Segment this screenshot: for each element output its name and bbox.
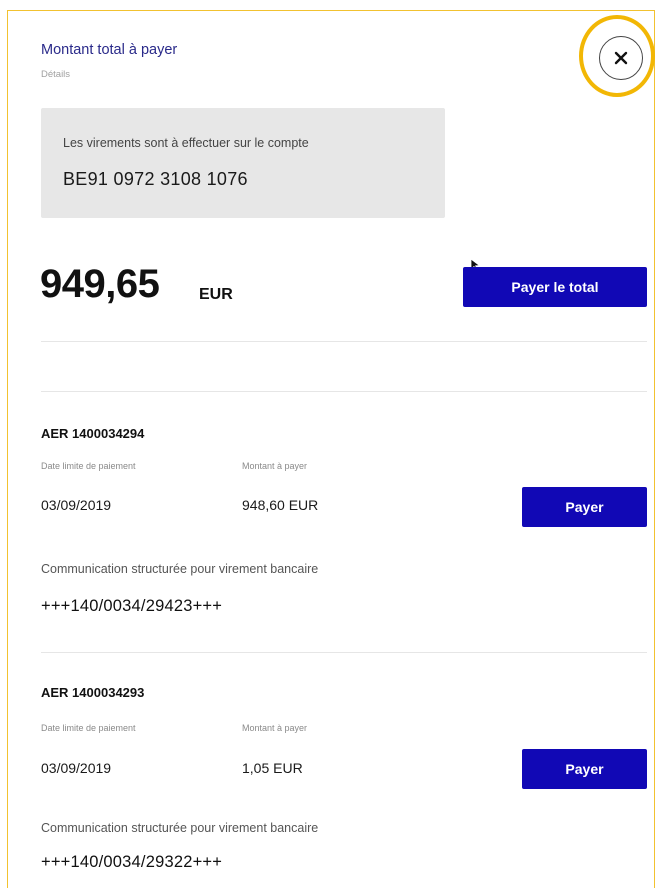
due-date-label: Date limite de paiement: [41, 461, 136, 471]
amount-label: Montant à payer: [242, 461, 308, 471]
due-date-label: Date limite de paiement: [41, 723, 136, 733]
communication-value: +++140/0034/29423+++: [41, 597, 223, 615]
communication-label: Communication structurée pour virement b…: [41, 821, 319, 835]
invoice-id: AER 1400034294: [41, 426, 145, 441]
amount-label: Montant à payer: [242, 723, 308, 733]
due-date-value: 03/09/2019: [41, 497, 112, 513]
close-button[interactable]: [599, 36, 643, 80]
total-amount: 949,65: [40, 262, 160, 306]
divider: [41, 652, 647, 653]
close-icon: [614, 51, 628, 65]
divider: [41, 341, 647, 342]
invoice-id: AER 1400034293: [41, 685, 145, 700]
amount-value: 948,60 EUR: [242, 497, 319, 513]
communication-value: +++140/0034/29322+++: [41, 853, 223, 871]
bank-account-box: Les virements sont à effectuer sur le co…: [41, 108, 445, 218]
account-iban: BE91 0972 3108 1076: [63, 169, 248, 189]
amount-value: 1,05 EUR: [242, 760, 303, 776]
panel-title: Montant total à payer: [41, 42, 178, 58]
divider: [41, 391, 647, 392]
due-date-value: 03/09/2019: [41, 760, 112, 776]
communication-label: Communication structurée pour virement b…: [41, 562, 319, 576]
total-currency: EUR: [199, 286, 233, 303]
pay-total-button[interactable]: Payer le total: [463, 267, 647, 307]
pay-button[interactable]: Payer: [522, 749, 647, 789]
account-label: Les virements sont à effectuer sur le co…: [63, 136, 309, 150]
pay-button[interactable]: Payer: [522, 487, 647, 527]
panel-subtitle: Détails: [41, 69, 71, 80]
